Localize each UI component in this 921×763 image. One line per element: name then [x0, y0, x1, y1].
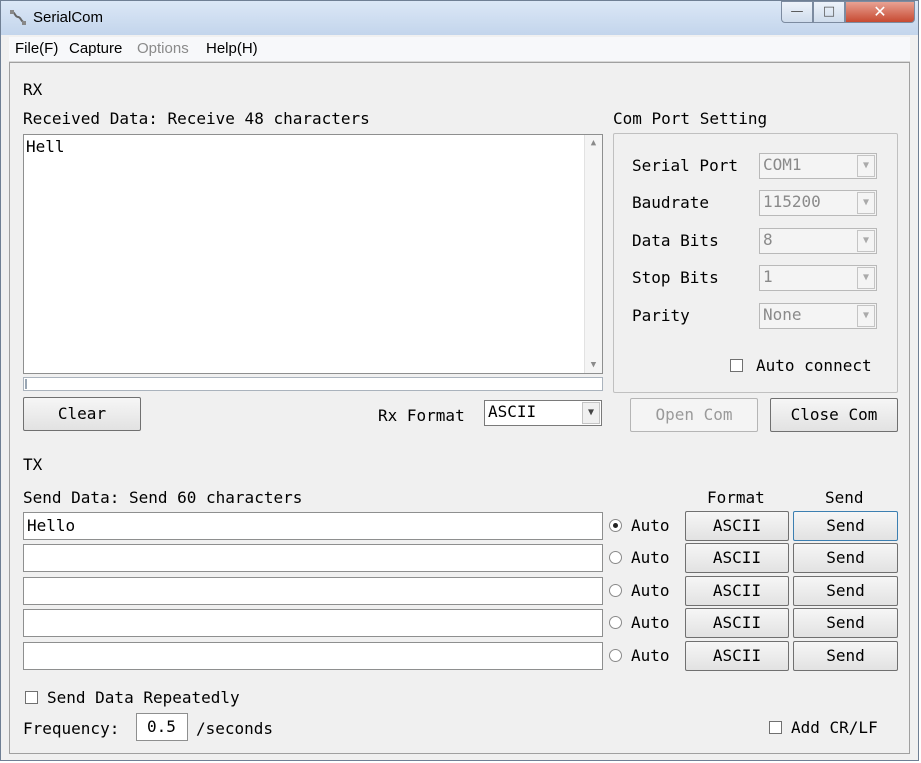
com-port-groupbox: Serial Port COM1 ▼ Baudrate 115200 ▼ Dat…	[613, 133, 898, 393]
send-button-4[interactable]: Send	[793, 608, 898, 638]
parity-label: Parity	[632, 306, 690, 325]
window-title: SerialCom	[33, 9, 104, 26]
data-bits-value: 8	[763, 230, 773, 249]
format-header: Format	[707, 488, 765, 507]
data-bits-label: Data Bits	[632, 231, 719, 250]
auto-connect-checkbox[interactable]	[730, 359, 743, 372]
send-button-1[interactable]: Send	[793, 511, 898, 541]
send-data-text-1: Hello	[27, 516, 76, 535]
frequency-value: 0.5	[147, 717, 176, 736]
auto-label-5: Auto	[631, 646, 670, 665]
tx-section-label: TX	[23, 455, 43, 474]
scroll-down-icon[interactable]: ▼	[585, 360, 602, 370]
send-header: Send	[825, 488, 864, 507]
received-data-text: Hell	[26, 137, 65, 156]
chevron-down-icon[interactable]: ▼	[582, 402, 600, 424]
send-repeatedly-label: Send Data Repeatedly	[47, 688, 240, 707]
chevron-down-icon[interactable]: ▼	[857, 267, 875, 289]
menu-help[interactable]: Help(H)	[206, 40, 258, 57]
send-button-2[interactable]: Send	[793, 543, 898, 573]
auto-label-4: Auto	[631, 613, 670, 632]
frequency-input[interactable]: 0.5	[136, 713, 188, 741]
rx-vertical-scrollbar[interactable]: ▲ ▼	[584, 135, 602, 373]
send-data-input-3[interactable]	[23, 577, 603, 605]
baudrate-select[interactable]: 115200 ▼	[759, 190, 877, 216]
baudrate-value: 115200	[763, 192, 821, 211]
serial-cable-icon	[9, 9, 27, 27]
minimize-button[interactable]: —	[781, 1, 813, 23]
menu-options[interactable]: Options	[137, 40, 189, 57]
auto-radio-1[interactable]	[609, 519, 622, 532]
close-com-button[interactable]: Close Com	[770, 398, 898, 432]
serial-port-label: Serial Port	[632, 156, 738, 175]
add-crlf-checkbox[interactable]	[769, 721, 782, 734]
received-data-area[interactable]: Hell ▲ ▼	[23, 134, 603, 374]
chevron-down-icon[interactable]: ▼	[857, 305, 875, 327]
rx-format-label: Rx Format	[378, 406, 465, 425]
received-data-label: Received Data: Receive 48 characters	[23, 109, 370, 128]
format-button-1[interactable]: ASCII	[685, 511, 789, 541]
menu-file[interactable]: File(F)	[15, 40, 58, 57]
auto-radio-2[interactable]	[609, 551, 622, 564]
auto-radio-3[interactable]	[609, 584, 622, 597]
format-button-4[interactable]: ASCII	[685, 608, 789, 638]
scroll-up-icon[interactable]: ▲	[585, 138, 602, 148]
stop-bits-select[interactable]: 1 ▼	[759, 265, 877, 291]
frequency-unit: /seconds	[196, 719, 274, 738]
auto-label-3: Auto	[631, 581, 670, 600]
rx-progress-bar	[23, 377, 603, 391]
format-button-2[interactable]: ASCII	[685, 543, 789, 573]
send-button-5[interactable]: Send	[793, 641, 898, 671]
title-bar[interactable]: SerialCom — □ ✕	[1, 1, 918, 35]
send-data-label: Send Data: Send 60 characters	[23, 488, 303, 507]
main-panel: RX Received Data: Receive 48 characters …	[9, 62, 910, 754]
serial-port-select[interactable]: COM1 ▼	[759, 153, 877, 179]
send-repeatedly-checkbox[interactable]	[25, 691, 38, 704]
send-data-input-5[interactable]	[23, 642, 603, 670]
rx-section-label: RX	[23, 80, 43, 99]
auto-connect-label: Auto connect	[756, 356, 872, 375]
open-com-button[interactable]: Open Com	[630, 398, 758, 432]
send-data-input-2[interactable]	[23, 544, 603, 572]
rx-progress-thumb	[25, 379, 27, 389]
baudrate-label: Baudrate	[632, 193, 710, 212]
frequency-label: Frequency:	[23, 719, 120, 738]
send-data-input-1[interactable]: Hello	[23, 512, 603, 540]
close-window-button[interactable]: ✕	[845, 1, 915, 23]
add-crlf-label: Add CR/LF	[791, 718, 878, 737]
maximize-button[interactable]: □	[813, 1, 845, 23]
auto-radio-5[interactable]	[609, 649, 622, 662]
chevron-down-icon[interactable]: ▼	[857, 155, 875, 177]
parity-value: None	[763, 305, 802, 324]
clear-button[interactable]: Clear	[23, 397, 141, 431]
format-button-5[interactable]: ASCII	[685, 641, 789, 671]
chevron-down-icon[interactable]: ▼	[857, 230, 875, 252]
serial-port-value: COM1	[763, 155, 802, 174]
send-data-input-4[interactable]	[23, 609, 603, 637]
send-button-3[interactable]: Send	[793, 576, 898, 606]
format-button-3[interactable]: ASCII	[685, 576, 789, 606]
auto-label-1: Auto	[631, 516, 670, 535]
menu-bar: File(F) Capture Options Help(H)	[9, 37, 910, 62]
app-window: SerialCom — □ ✕ File(F) Capture Options …	[0, 0, 919, 761]
stop-bits-value: 1	[763, 267, 773, 286]
com-port-setting-title: Com Port Setting	[613, 109, 768, 128]
menu-capture[interactable]: Capture	[69, 40, 122, 57]
auto-label-2: Auto	[631, 548, 670, 567]
stop-bits-label: Stop Bits	[632, 268, 719, 287]
parity-select[interactable]: None ▼	[759, 303, 877, 329]
auto-radio-4[interactable]	[609, 616, 622, 629]
chevron-down-icon[interactable]: ▼	[857, 192, 875, 214]
data-bits-select[interactable]: 8 ▼	[759, 228, 877, 254]
rx-format-value: ASCII	[488, 402, 537, 421]
rx-format-select[interactable]: ASCII ▼	[484, 400, 602, 426]
